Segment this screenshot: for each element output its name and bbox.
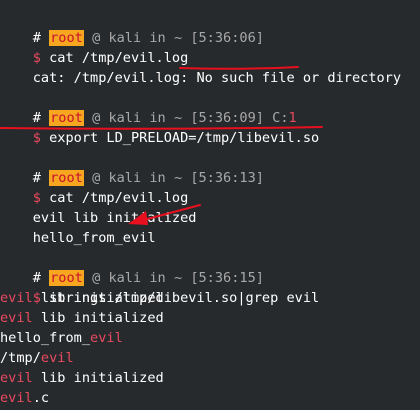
output-text: hello_from_ xyxy=(0,330,91,346)
output-line: /tmp/evil xyxy=(0,348,74,368)
output-line: evil lib initialized xyxy=(0,288,164,308)
command-line: $ export LD_PRELOAD=/tmp/libevil.so xyxy=(0,108,319,146)
command-line: $ strings /tmp/libevil.so|grep evil xyxy=(0,268,319,306)
output-line: hello_from_evil xyxy=(0,328,123,348)
prompt-line: # root @ kali in ~ [5:36:13] xyxy=(0,148,264,186)
output-text: lib initialized xyxy=(32,290,164,306)
output-text: /tmp/ xyxy=(0,350,41,366)
prompt-line: # root @ kali in ~ [5:36:15] xyxy=(0,248,264,286)
output-text: .c xyxy=(32,390,50,406)
command-line: $ cat /tmp/evil.log xyxy=(0,168,189,206)
output-match: evil xyxy=(40,350,74,366)
prompt-dollar: $ xyxy=(32,130,41,146)
output-line: evil lib initialized xyxy=(0,308,164,328)
output-error-prefix: cat: /tmp/evil.log: xyxy=(32,70,197,86)
prompt-line: # root @ kali in ~ [5:36:06] xyxy=(0,8,264,46)
output-error-highlight: No such file xyxy=(196,70,295,86)
terminal-window[interactable]: # root @ kali in ~ [5:36:06] $ cat /tmp/… xyxy=(0,0,420,410)
output-line: evil lib initialized xyxy=(0,368,164,388)
output-text: lib initialized xyxy=(32,370,164,386)
output-error-suffix: or directory xyxy=(294,70,402,86)
prompt-timestamp: [5:36:06] xyxy=(190,30,264,46)
prompt-timestamp: [5:36:13] xyxy=(190,170,264,186)
output-text: hello_from_evil xyxy=(32,230,156,246)
output-match: evil xyxy=(0,290,33,306)
output-match: evil xyxy=(0,310,33,326)
command-text: export LD_PRELOAD=/tmp/libevil.so xyxy=(49,130,320,146)
output-line: evil lib initialized xyxy=(0,188,197,226)
output-match: evil xyxy=(0,390,33,406)
output-line: cat: /tmp/evil.log: No such file or dire… xyxy=(0,48,401,86)
command-line: $ cat /tmp/evil.log xyxy=(0,28,189,66)
output-line: hello_from_evil xyxy=(0,208,156,246)
prompt-line: # root @ kali in ~ [5:36:09] C:1 xyxy=(0,88,297,126)
output-match: evil xyxy=(90,330,123,346)
output-line: evil.c xyxy=(0,388,49,408)
output-match: evil xyxy=(0,370,33,386)
output-text: lib initialized xyxy=(32,310,164,326)
